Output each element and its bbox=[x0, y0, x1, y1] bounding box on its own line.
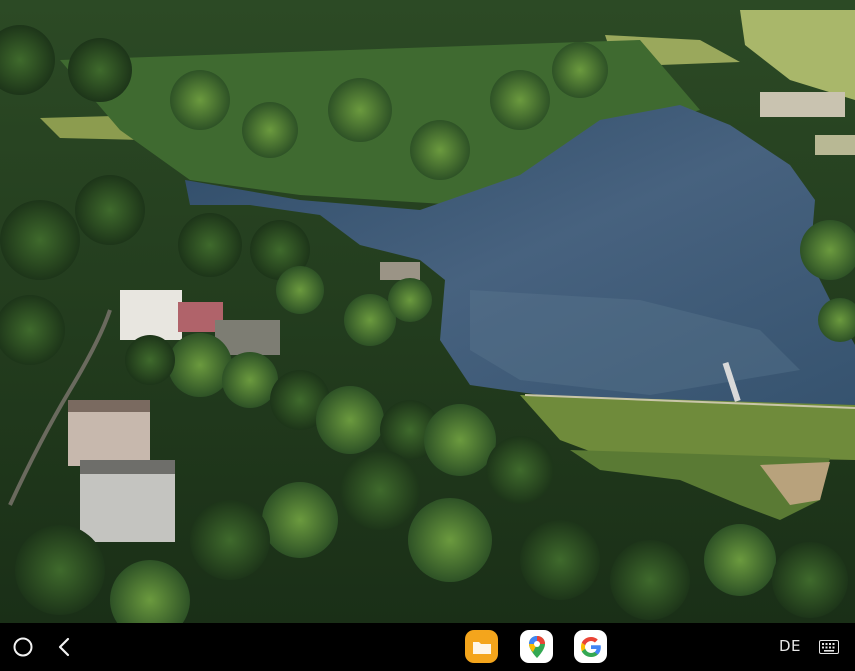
hotel-building bbox=[120, 290, 182, 340]
google-maps-app[interactable] bbox=[520, 630, 553, 663]
file-manager-app[interactable] bbox=[465, 630, 498, 663]
input-language-indicator[interactable]: DE bbox=[779, 637, 801, 655]
lakeside-house bbox=[380, 262, 420, 280]
file-manager-icon bbox=[472, 641, 491, 654]
wallpaper-photo bbox=[0, 0, 855, 623]
building-right bbox=[760, 92, 845, 117]
taskbar: DE bbox=[0, 623, 855, 671]
google-icon bbox=[580, 636, 601, 657]
apartment-roof-1 bbox=[68, 400, 150, 412]
apartment-roof-2 bbox=[80, 460, 175, 474]
keyboard-button[interactable] bbox=[816, 636, 842, 658]
home-button[interactable] bbox=[10, 635, 36, 659]
google-maps-icon bbox=[528, 635, 545, 658]
back-button[interactable] bbox=[52, 635, 76, 659]
home-circle-icon bbox=[13, 637, 33, 657]
screen: DE bbox=[0, 0, 855, 671]
field-right bbox=[815, 135, 855, 155]
google-app[interactable] bbox=[574, 630, 607, 663]
keyboard-icon bbox=[819, 640, 839, 654]
back-chevron-icon bbox=[58, 637, 70, 657]
